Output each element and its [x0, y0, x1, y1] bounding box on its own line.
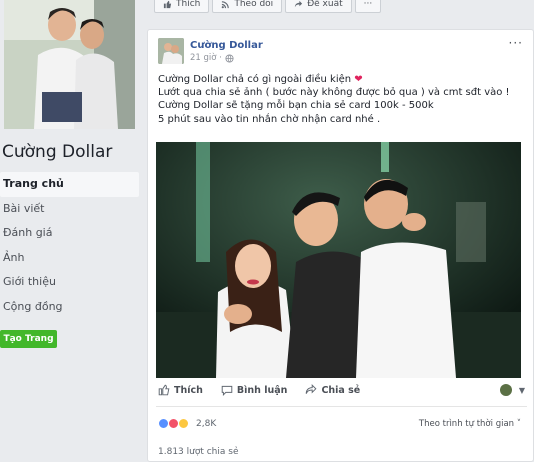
- thumbs-up-icon: [158, 384, 170, 396]
- sidebar-item-about[interactable]: Giới thiệu: [0, 270, 139, 295]
- avatar-image: [158, 38, 184, 64]
- comment-sort-dropdown[interactable]: Theo trình tự thời gian ˅: [419, 419, 521, 429]
- share-count[interactable]: 1.813 lượt chia sẻ: [158, 447, 238, 457]
- share-arrow-icon: [295, 0, 303, 7]
- thumbs-up-icon: [163, 0, 172, 8]
- page-name: Cường Dollar: [2, 142, 113, 162]
- suggest-button[interactable]: Đề xuất: [285, 0, 352, 13]
- post-line-4: 5 phút sau vào tin nhắn chờ nhận card nh…: [158, 113, 381, 125]
- reactions-summary[interactable]: 2,8K: [158, 418, 216, 429]
- page-avatar-small: [499, 384, 512, 396]
- sidebar-item-community[interactable]: Cộng đồng: [0, 295, 139, 320]
- post-text: Cường Dollar chả có gì ngoài điều kiện ❤…: [158, 73, 528, 126]
- like-label: Thích: [174, 384, 203, 396]
- create-page-button[interactable]: Tạo Trang: [0, 330, 57, 348]
- heart-emoji-icon: ❤: [354, 74, 363, 85]
- like-page-label: Thích: [176, 0, 201, 9]
- haha-reaction-icon: [178, 418, 189, 429]
- share-arrow-icon: [306, 384, 317, 394]
- post-card: Cường Dollar 21 giờ · ··· Cường Dollar c…: [147, 29, 534, 462]
- rss-icon: [222, 0, 230, 8]
- comment-label: Bình luận: [236, 384, 288, 396]
- sidebar-nav: Trang chủ Bài viết Đánh giá Ảnh Giới thi…: [0, 172, 139, 319]
- post-header: Cường Dollar 21 giờ ·: [158, 38, 263, 64]
- comment-icon: [221, 385, 233, 396]
- post-time[interactable]: 21 giờ ·: [190, 53, 222, 63]
- follow-label: Theo dõi: [234, 0, 274, 9]
- post-line-3: Cường Dollar sẽ tặng mỗi bạn chia sẻ car…: [158, 100, 434, 112]
- reaction-count: 2,8K: [196, 418, 217, 429]
- post-author[interactable]: Cường Dollar: [190, 40, 263, 51]
- follow-button[interactable]: Theo dõi: [212, 0, 283, 13]
- post-line-2: Lướt qua chia sẻ ảnh ( bước này không đư…: [158, 87, 510, 99]
- sidebar-item-reviews[interactable]: Đánh giá: [0, 221, 139, 246]
- like-button[interactable]: Thích: [158, 384, 203, 396]
- like-page-button[interactable]: Thích: [154, 0, 210, 13]
- actions-divider: [156, 406, 527, 407]
- post-meta: 21 giờ ·: [190, 53, 263, 63]
- author-avatar[interactable]: [158, 38, 184, 64]
- post-line-1-text: Cường Dollar chả có gì ngoài điều kiện: [158, 74, 352, 85]
- suggest-label: Đề xuất: [307, 0, 343, 9]
- profile-photo-image: [4, 0, 135, 129]
- post-options-button[interactable]: ···: [509, 36, 523, 50]
- post-as-selector[interactable]: ▼: [499, 384, 525, 396]
- sidebar-item-posts[interactable]: Bài viết: [0, 197, 139, 222]
- caret-down-icon: ▼: [518, 385, 525, 395]
- profile-photo[interactable]: [4, 0, 135, 129]
- sidebar-item-home[interactable]: Trang chủ: [0, 172, 139, 197]
- share-label: Chia sẻ: [321, 384, 361, 396]
- globe-icon: [225, 53, 234, 63]
- share-button[interactable]: Chia sẻ: [305, 384, 360, 396]
- post-photo[interactable]: [156, 142, 521, 378]
- post-actions: Thích Bình luận Chia sẻ ▼: [158, 384, 525, 396]
- post-line-1: Cường Dollar chả có gì ngoài điều kiện ❤: [158, 73, 528, 86]
- more-options-button[interactable]: ···: [354, 0, 382, 13]
- sidebar-item-photos[interactable]: Ảnh: [0, 246, 139, 271]
- comment-button[interactable]: Bình luận: [221, 384, 288, 396]
- post-photo-image: [156, 142, 521, 378]
- page-action-bar: Thích Theo dõi Đề xuất ···: [154, 0, 382, 13]
